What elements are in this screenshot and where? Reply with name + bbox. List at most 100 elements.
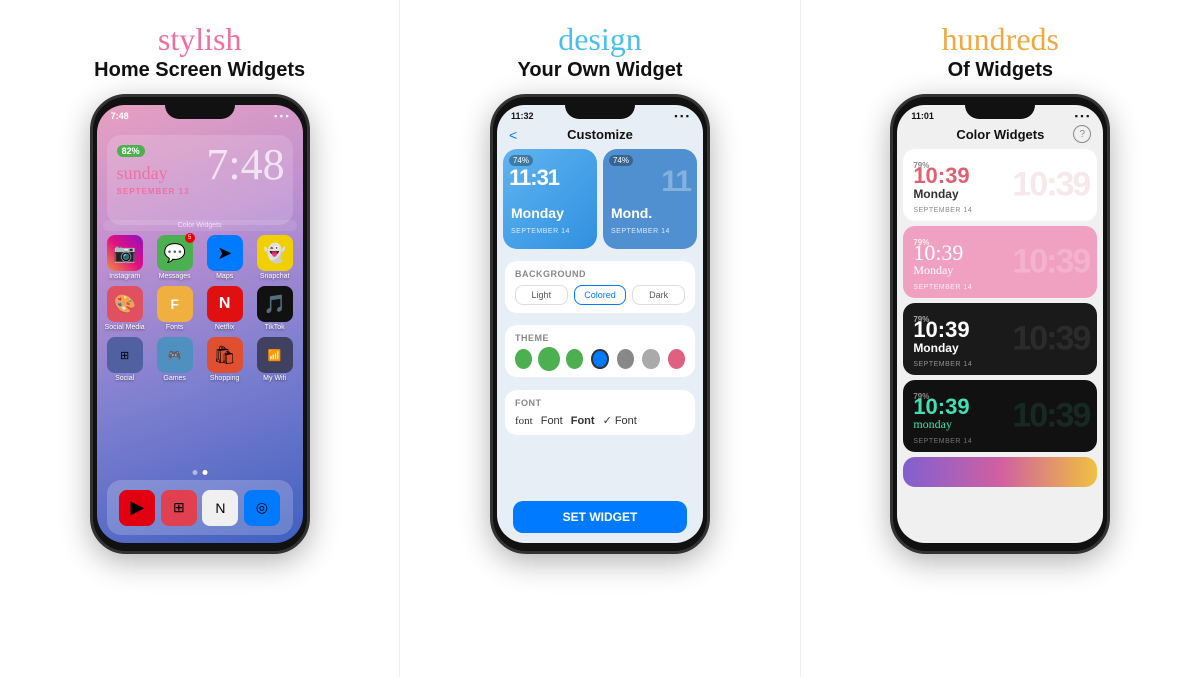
tiktok-label: TikTok [265,324,285,331]
theme-dot-green1[interactable] [515,349,532,369]
theme-dot-pink[interactable] [668,349,685,369]
w1-time-bg: 10:39 [1012,166,1089,205]
day-text: sunday [117,163,168,184]
bg-dark[interactable]: Dark [632,285,685,305]
font-opt-3[interactable]: Font [571,415,595,427]
set-widget-button[interactable]: SET WIDGET [513,501,687,533]
phone-notch-3 [965,97,1035,119]
widget-item-2: 79% 10:39 10:39 Monday SEPTEMBER 14 [903,226,1097,298]
color-widgets-screen: 11:01 ▪ ▪ ▪ Color Widgets ? 79% 10:39 10… [897,105,1103,543]
panel2-heading: design Your Own Widget [517,20,682,82]
phone-frame-1: 7:48 ▪ ▪ ▪ 82% 7:48 sunday SEPTEMBER 13 … [90,94,310,554]
theme-dot-gray1[interactable] [617,349,634,369]
bg-colored[interactable]: Colored [574,285,627,305]
bg-options: Light Colored Dark [515,285,685,305]
mywifi-icon: 📶 [257,337,293,373]
games-icon: 🎮 [157,337,193,373]
w3-day: Monday [913,341,958,355]
phone-screen-2: 11:32 ▪ ▪ ▪ < Customize 74% 11:31 Monday… [497,105,703,543]
w1-date: SEPTEMBER 14 [913,207,972,214]
app-instagram: 📷 Instagram [103,235,147,280]
panel1-bold: Home Screen Widgets [94,58,305,82]
widget2-day: Mond. [611,205,652,221]
w4-day: monday [913,417,952,432]
games-label: Games [163,375,186,382]
app-social: ⊞ Social [103,337,147,382]
panel3-bold: Of Widgets [942,58,1059,82]
socialmedia-icon: 🎨 [107,286,143,322]
theme-dot-green2[interactable] [540,349,557,369]
w4-time-bg: 10:39 [1012,397,1089,436]
app-games: 🎮 Games [153,337,197,382]
font-opt-2[interactable]: Font [541,415,563,427]
netflix-label: Netflix [215,324,234,331]
snapchat-icon: 👻 [257,235,293,271]
w1-time: 10:39 [913,163,969,189]
snapchat-label: Snapchat [260,273,290,280]
shopping-icon: 🛍 [207,337,243,373]
theme-section-title: THEME [515,333,685,343]
fonts-label: Fonts [166,324,184,331]
fonts-icon: F [157,286,193,322]
w2-day: Monday [913,263,953,278]
bg-section-title: BACKGROUND [515,269,685,279]
customize-screen: 11:32 ▪ ▪ ▪ < Customize 74% 11:31 Monday… [497,105,703,543]
w2-date: SEPTEMBER 14 [913,284,972,291]
theme-dot-blue[interactable] [591,349,608,369]
app-maps: ➤ Maps [203,235,247,280]
social-label: Social [115,375,134,382]
badge: 5 [185,233,195,243]
status-icons-1: ▪ ▪ ▪ [274,111,289,121]
app-socialmedia: 🎨 Social Media [103,286,147,331]
font-options: font Font Font ✓ Font [515,414,685,427]
widget-card-2: 74% 11 Mond. SEPTEMBER 14 [603,149,697,249]
app-tiktok: 🎵 TikTok [253,286,297,331]
theme-dot-green3[interactable] [566,349,583,369]
app-fonts: F Fonts [153,286,197,331]
app-messages: 💬 5 Messages [153,235,197,280]
font-opt-1[interactable]: font [515,415,533,427]
battery-badge: 82% [117,145,145,157]
social-icon: ⊞ [107,337,143,373]
widget-item-4: 79% 10:39 10:39 monday SEPTEMBER 14 [903,380,1097,452]
w3-date: SEPTEMBER 14 [913,361,972,368]
font-opt-4[interactable]: ✓ Font [603,414,637,427]
panel-hundreds: hundreds Of Widgets 11:01 ▪ ▪ ▪ Color Wi… [801,0,1200,677]
time-widget: 82% 7:48 sunday SEPTEMBER 13 [107,135,293,225]
w2-time-bg: 10:39 [1012,243,1089,282]
widget2-date: SEPTEMBER 14 [611,228,670,235]
date-text: SEPTEMBER 13 [117,187,190,196]
widgets-preview: 74% 11:31 Monday SEPTEMBER 14 74% 11 Mon… [503,149,697,249]
theme-dot-gray2[interactable] [642,349,659,369]
customize-header: Customize [497,127,703,142]
app-mywifi: 📶 My Wifi [253,337,297,382]
widget-item-5 [903,457,1097,487]
app-netflix: N Netflix [203,286,247,331]
dock-notion: N [202,490,238,526]
phone-dock: ▶ ⊞ N ◎ [107,480,293,535]
messages-label: Messages [159,273,191,280]
panel-stylish: stylish Home Screen Widgets 7:48 ▪ ▪ ▪ 8… [0,0,400,677]
panel3-cursive: hundreds [942,20,1059,58]
phone-frame-2: 11:32 ▪ ▪ ▪ < Customize 74% 11:31 Monday… [490,94,710,554]
widget-item-1: 79% 10:39 10:39 Monday SEPTEMBER 14 [903,149,1097,221]
panel2-cursive: design [517,20,682,58]
background-section: BACKGROUND Light Colored Dark [505,261,695,313]
dot-1 [192,470,197,475]
phone-notch-1 [165,97,235,119]
tiktok-icon: 🎵 [257,286,293,322]
theme-dots [515,349,685,369]
dock-app2: ⊞ [161,490,197,526]
dock-safari: ◎ [244,490,280,526]
phone-screen-3: 11:01 ▪ ▪ ▪ Color Widgets ? 79% 10:39 10… [897,105,1103,543]
color-widgets-label: Color Widgets [103,220,297,231]
panel3-heading: hundreds Of Widgets [942,20,1059,82]
time-large: 7:48 [206,143,284,187]
theme-section: THEME [505,325,695,377]
status-icons-3: ▪ ▪ ▪ [1075,111,1090,121]
bg-light[interactable]: Light [515,285,568,305]
app-snapchat: 👻 Snapchat [253,235,297,280]
dot-2 [202,470,207,475]
widget-list: 79% 10:39 10:39 Monday SEPTEMBER 14 79% … [903,149,1097,487]
widget1-date: SEPTEMBER 14 [511,228,570,235]
